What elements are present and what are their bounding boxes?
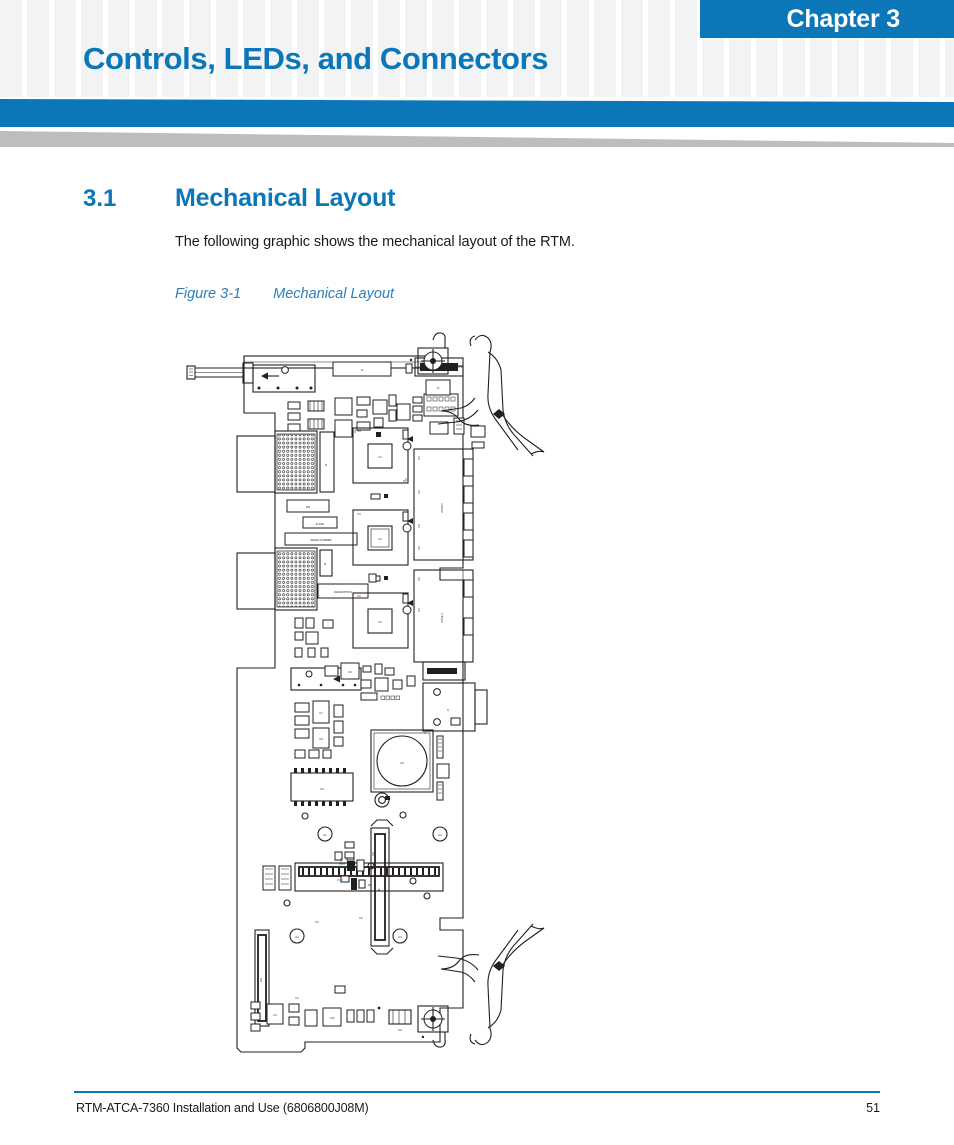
section-heading: Mechanical Layout xyxy=(175,184,396,212)
footer-document-title: RTM-ATCA-7360 Installation and Use (6806… xyxy=(76,1101,369,1115)
svg-text:U8: U8 xyxy=(319,737,323,741)
bga-package-2: U2 xyxy=(352,509,409,566)
central-components: U7 U8 U9 U5 xyxy=(290,700,461,806)
svg-text:U3: U3 xyxy=(378,620,382,624)
svg-text:J8: J8 xyxy=(368,883,371,887)
svg-text:ZONE 3: ZONE 3 xyxy=(440,613,444,623)
footer-rule xyxy=(74,1091,880,1093)
upper-connector-block: J3 xyxy=(236,430,335,494)
bga-package-3: U3 xyxy=(352,592,409,649)
svg-text:FLASH: FLASH xyxy=(316,522,324,526)
svg-text:U7: U7 xyxy=(319,711,323,715)
board-outline xyxy=(236,355,464,1053)
svg-text:J10: J10 xyxy=(259,977,263,982)
upper-ejector-handle: J2 xyxy=(417,332,545,457)
footer-page-number: 51 xyxy=(866,1101,880,1115)
page-header: Chapter 3 Controls, LEDs, and Connectors xyxy=(0,0,954,148)
bottom-component-row: U4 U10 J11 xyxy=(250,985,412,1032)
svg-text:J9: J9 xyxy=(377,888,381,891)
svg-text:J7: J7 xyxy=(446,708,450,711)
svg-text:H2: H2 xyxy=(438,833,442,837)
svg-text:ZONE 2: ZONE 2 xyxy=(440,503,444,513)
lower-ejector-handle xyxy=(417,923,545,1048)
svg-text:DESCRIPTION: DESCRIPTION xyxy=(334,590,352,594)
figure-caption: Figure 3-1 Mechanical Layout xyxy=(175,286,394,302)
figure-label: Figure 3-1 xyxy=(175,286,242,302)
chapter-badge: Chapter 3 xyxy=(700,0,954,38)
svg-text:J11: J11 xyxy=(398,1028,403,1032)
mechanical-layout-drawing: .ln { fill:none; stroke:#231f20; stroke-… xyxy=(186,332,545,1053)
svg-text:H3: H3 xyxy=(295,935,299,939)
svg-text:U4: U4 xyxy=(273,1013,277,1017)
svg-text:U2: U2 xyxy=(378,537,382,541)
svg-text:U9: U9 xyxy=(320,787,324,791)
zone-connector-upper: ZONE 2 xyxy=(413,448,474,561)
board-label-plates: P/N FLASH SERIAL NUMBER xyxy=(284,499,358,546)
vertical-slot-right: J9 xyxy=(370,819,394,955)
svg-text:U5: U5 xyxy=(400,761,404,765)
svg-text:U1: U1 xyxy=(378,455,382,459)
svg-text:U6: U6 xyxy=(348,670,352,674)
lower-connector-block: J4 DESCRIPTION xyxy=(236,547,369,611)
svg-text:SERIAL NUMBER: SERIAL NUMBER xyxy=(310,538,331,542)
intro-paragraph: The following graphic shows the mechanic… xyxy=(175,234,575,250)
svg-text:H1: H1 xyxy=(323,833,327,837)
svg-text:P/N: P/N xyxy=(306,505,310,509)
chapter-badge-label: Chapter 3 xyxy=(786,4,900,33)
header-blue-wedge xyxy=(0,99,954,127)
svg-text:U10: U10 xyxy=(330,1016,335,1020)
svg-text:H4: H4 xyxy=(398,935,402,939)
figure-title: Mechanical Layout xyxy=(273,286,395,302)
guide-pin-assembly xyxy=(186,362,316,393)
section-number: 3.1 xyxy=(83,185,117,212)
right-slot-components xyxy=(337,841,366,890)
zone-connector-lower: ZONE 3 xyxy=(413,569,474,663)
svg-text:J4: J4 xyxy=(323,562,327,565)
page-title: Controls, LEDs, and Connectors xyxy=(83,41,549,76)
header-gray-wedge xyxy=(0,131,954,147)
svg-text:J3: J3 xyxy=(324,463,328,466)
